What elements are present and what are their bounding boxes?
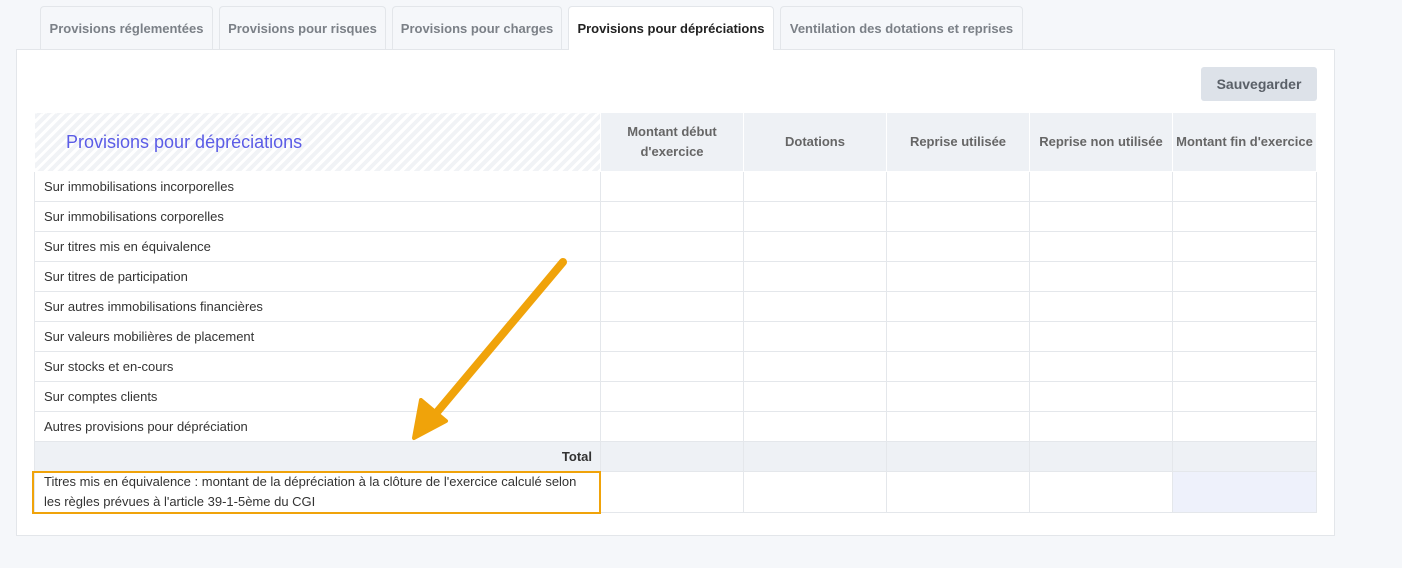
amount-cell[interactable] bbox=[600, 351, 744, 382]
row-label: Sur comptes clients bbox=[34, 381, 601, 412]
amount-cell[interactable] bbox=[743, 171, 887, 202]
tab-provisions-pour-charges[interactable]: Provisions pour charges bbox=[392, 6, 562, 49]
amount-cell[interactable] bbox=[743, 471, 887, 513]
table-row: Sur immobilisations corporelles bbox=[34, 201, 1317, 232]
column-header-montant-fin: Montant fin d'exercice bbox=[1172, 112, 1317, 172]
amount-cell[interactable] bbox=[1029, 201, 1173, 232]
total-cell bbox=[743, 441, 887, 472]
table-row: Sur titres de participation bbox=[34, 261, 1317, 292]
amount-cell[interactable] bbox=[886, 321, 1030, 352]
total-cell bbox=[600, 441, 744, 472]
amount-cell[interactable] bbox=[886, 411, 1030, 442]
amount-cell[interactable] bbox=[600, 411, 744, 442]
row-label: Sur autres immobilisations financières bbox=[34, 291, 601, 322]
table-row: Sur titres mis en équivalence bbox=[34, 231, 1317, 262]
amount-cell[interactable] bbox=[1029, 321, 1173, 352]
amount-cell[interactable] bbox=[743, 321, 887, 352]
table-row: Autres provisions pour dépréciation bbox=[34, 411, 1317, 442]
table-header-row: Provisions pour dépréciations Montant dé… bbox=[34, 112, 1317, 172]
amount-cell[interactable] bbox=[600, 291, 744, 322]
amount-cell[interactable] bbox=[1029, 381, 1173, 412]
tab-ventilation-dotations-reprises[interactable]: Ventilation des dotations et reprises bbox=[780, 6, 1023, 49]
note-text: Titres mis en équivalence : montant de l… bbox=[44, 474, 577, 509]
amount-cell[interactable] bbox=[1172, 321, 1317, 352]
amount-cell[interactable] bbox=[1029, 171, 1173, 202]
amount-cell[interactable] bbox=[1172, 411, 1317, 442]
amount-cell[interactable] bbox=[743, 411, 887, 442]
amount-cell[interactable] bbox=[1172, 381, 1317, 412]
row-label: Sur titres de participation bbox=[34, 261, 601, 292]
total-cell bbox=[886, 441, 1030, 472]
row-label: Sur valeurs mobilières de placement bbox=[34, 321, 601, 352]
amount-cell[interactable] bbox=[1029, 351, 1173, 382]
amount-cell[interactable] bbox=[886, 171, 1030, 202]
table-title: Provisions pour dépréciations bbox=[34, 112, 601, 172]
amount-cell[interactable] bbox=[1172, 261, 1317, 292]
tab-provisions-pour-depreciations[interactable]: Provisions pour dépréciations bbox=[568, 6, 774, 50]
amount-cell[interactable] bbox=[1029, 471, 1173, 513]
amount-cell[interactable] bbox=[1172, 171, 1317, 202]
tab-bar: Provisions réglementées Provisions pour … bbox=[40, 6, 1023, 50]
amount-cell[interactable] bbox=[1029, 411, 1173, 442]
amount-cell[interactable] bbox=[743, 351, 887, 382]
amount-cell[interactable] bbox=[1172, 201, 1317, 232]
amount-cell[interactable] bbox=[886, 261, 1030, 292]
table-row: Sur immobilisations incorporelles bbox=[34, 171, 1317, 202]
amount-cell[interactable] bbox=[743, 231, 887, 262]
depreciation-table: Provisions pour dépréciations Montant dé… bbox=[32, 112, 1317, 514]
amount-cell[interactable] bbox=[886, 231, 1030, 262]
amount-cell[interactable] bbox=[1029, 291, 1173, 322]
amount-cell[interactable] bbox=[600, 471, 744, 513]
total-cell bbox=[1029, 441, 1173, 472]
column-header-montant-debut: Montant début d'exercice bbox=[600, 112, 744, 172]
amount-cell[interactable] bbox=[1172, 231, 1317, 262]
tab-provisions-reglementees[interactable]: Provisions réglementées bbox=[40, 6, 213, 49]
amount-cell[interactable] bbox=[600, 381, 744, 412]
amount-cell[interactable] bbox=[1172, 291, 1317, 322]
total-cell bbox=[1172, 441, 1317, 472]
amount-cell[interactable] bbox=[886, 291, 1030, 322]
amount-cell[interactable] bbox=[886, 201, 1030, 232]
row-label: Sur stocks et en-cours bbox=[34, 351, 601, 382]
table-row: Sur stocks et en-cours bbox=[34, 351, 1317, 382]
amount-cell[interactable] bbox=[743, 261, 887, 292]
row-label: Sur immobilisations incorporelles bbox=[34, 171, 601, 202]
column-header-reprise-non-utilisee: Reprise non utilisée bbox=[1029, 112, 1173, 172]
amount-cell[interactable] bbox=[886, 471, 1030, 513]
amount-cell[interactable] bbox=[600, 321, 744, 352]
amount-cell[interactable] bbox=[743, 201, 887, 232]
amount-cell[interactable] bbox=[743, 291, 887, 322]
amount-cell[interactable] bbox=[743, 381, 887, 412]
amount-cell[interactable] bbox=[886, 381, 1030, 412]
tab-provisions-pour-risques[interactable]: Provisions pour risques bbox=[219, 6, 386, 49]
row-label: Sur immobilisations corporelles bbox=[34, 201, 601, 232]
amount-cell-readonly bbox=[1172, 471, 1317, 513]
amount-cell[interactable] bbox=[1172, 351, 1317, 382]
amount-cell[interactable] bbox=[600, 201, 744, 232]
amount-cell[interactable] bbox=[1029, 231, 1173, 262]
amount-cell[interactable] bbox=[600, 261, 744, 292]
save-button[interactable]: Sauvegarder bbox=[1201, 67, 1317, 101]
column-header-dotations: Dotations bbox=[743, 112, 887, 172]
total-label: Total bbox=[34, 441, 601, 472]
amount-cell[interactable] bbox=[1029, 261, 1173, 292]
table-row: Sur autres immobilisations financières bbox=[34, 291, 1317, 322]
column-header-reprise-utilisee: Reprise utilisée bbox=[886, 112, 1030, 172]
row-label: Autres provisions pour dépréciation bbox=[34, 411, 601, 442]
amount-cell[interactable] bbox=[886, 351, 1030, 382]
table-row: Sur comptes clients bbox=[34, 381, 1317, 412]
total-row: Total bbox=[34, 441, 1317, 472]
amount-cell[interactable] bbox=[600, 171, 744, 202]
table-row: Sur valeurs mobilières de placement bbox=[34, 321, 1317, 352]
note-row-label: Titres mis en équivalence : montant de l… bbox=[32, 471, 601, 514]
note-row: Titres mis en équivalence : montant de l… bbox=[32, 471, 1317, 514]
amount-cell[interactable] bbox=[600, 231, 744, 262]
row-label: Sur titres mis en équivalence bbox=[34, 231, 601, 262]
